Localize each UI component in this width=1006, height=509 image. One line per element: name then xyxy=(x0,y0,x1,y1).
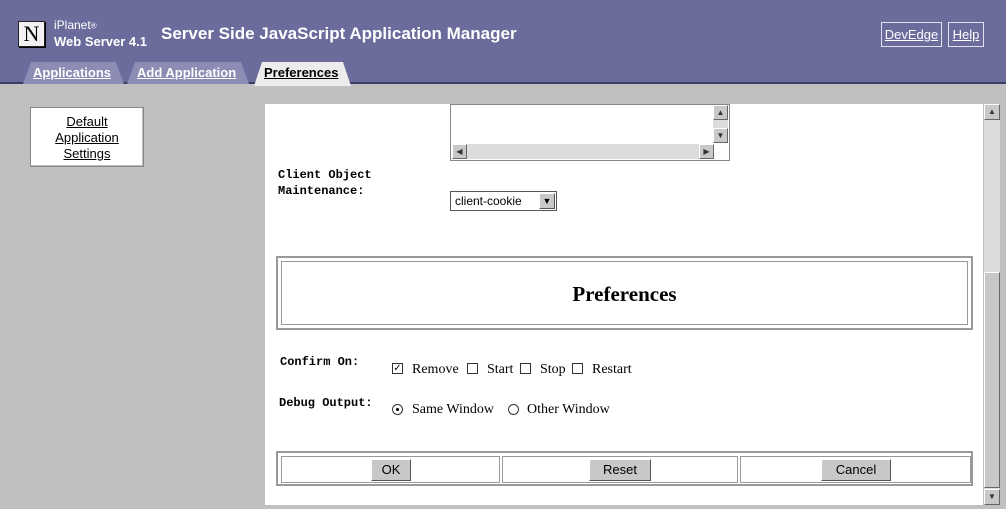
select-value: client-cookie xyxy=(455,194,522,208)
help-link[interactable]: Help xyxy=(948,22,984,47)
content-vertical-scrollbar[interactable]: ▲ ▼ xyxy=(984,104,1000,505)
debug-output-label: Debug Output: xyxy=(279,396,373,410)
textarea-vertical-scrollbar[interactable]: ▲ ▼ xyxy=(713,105,728,143)
netscape-logo-icon: N xyxy=(18,21,45,47)
reset-button[interactable]: Reset xyxy=(589,459,651,481)
debug-other-window-radio[interactable] xyxy=(508,404,519,415)
scroll-down-arrow-icon[interactable]: ▼ xyxy=(984,489,1000,505)
scroll-up-arrow-icon[interactable]: ▲ xyxy=(713,105,728,120)
preferences-section-box: Preferences xyxy=(276,256,973,330)
devedge-link[interactable]: DevEdge xyxy=(881,22,942,47)
scroll-down-arrow-icon[interactable]: ▼ xyxy=(713,128,728,143)
confirm-restart-checkbox[interactable] xyxy=(572,363,583,374)
scrollbar-thumb[interactable] xyxy=(984,272,1000,488)
confirm-stop-label: Stop xyxy=(540,362,566,377)
confirm-start-checkbox[interactable] xyxy=(467,363,478,374)
confirm-on-label: Confirm On: xyxy=(280,355,360,369)
confirm-remove-label: Remove xyxy=(412,362,459,377)
section-title: Preferences xyxy=(572,282,677,306)
product-version: Web Server 4.1 xyxy=(54,34,147,49)
tab-applications[interactable]: Applications xyxy=(23,62,124,84)
debug-same-window-radio[interactable] xyxy=(392,404,403,415)
app-header: N iPlanet® Web Server 4.1 Server Side Ja… xyxy=(0,0,1006,84)
sidebar-item-label: Default xyxy=(66,114,108,129)
confirm-start-label: Start xyxy=(487,362,514,377)
text-area[interactable]: ▲ ▼ ◀ ▶ xyxy=(450,104,730,161)
debug-other-window-label: Other Window xyxy=(527,402,610,417)
sidebar-item-label: Application xyxy=(55,130,119,145)
chevron-down-icon[interactable]: ▼ xyxy=(539,193,555,209)
textarea-horizontal-scrollbar[interactable]: ◀ ▶ xyxy=(452,144,714,159)
cancel-button[interactable]: Cancel xyxy=(821,459,891,481)
confirm-stop-checkbox[interactable] xyxy=(520,363,531,374)
debug-same-window-label: Same Window xyxy=(412,402,495,417)
tab-preferences[interactable]: Preferences xyxy=(254,62,351,86)
tab-add-application[interactable]: Add Application xyxy=(127,62,249,84)
brand-name: iPlanet® xyxy=(54,18,97,32)
default-application-settings-link[interactable]: Default Application Settings xyxy=(30,107,144,167)
confirm-remove-checkbox[interactable]: ✓ xyxy=(392,363,403,374)
confirm-restart-label: Restart xyxy=(592,362,632,377)
client-object-select[interactable]: client-cookie ▼ xyxy=(450,191,557,211)
scroll-left-arrow-icon[interactable]: ◀ xyxy=(452,144,467,159)
button-bar: OK Reset Cancel xyxy=(276,451,973,486)
scroll-up-arrow-icon[interactable]: ▲ xyxy=(984,104,1000,120)
client-object-label: Client Object Maintenance: xyxy=(278,168,372,198)
scroll-right-arrow-icon[interactable]: ▶ xyxy=(699,144,714,159)
page-title: Server Side JavaScript Application Manag… xyxy=(161,24,517,43)
content-frame: ▲ ▼ ◀ ▶ Client Object Maintenance: clien… xyxy=(265,104,983,505)
ok-button[interactable]: OK xyxy=(371,459,411,481)
sidebar-item-label: Settings xyxy=(63,146,111,161)
